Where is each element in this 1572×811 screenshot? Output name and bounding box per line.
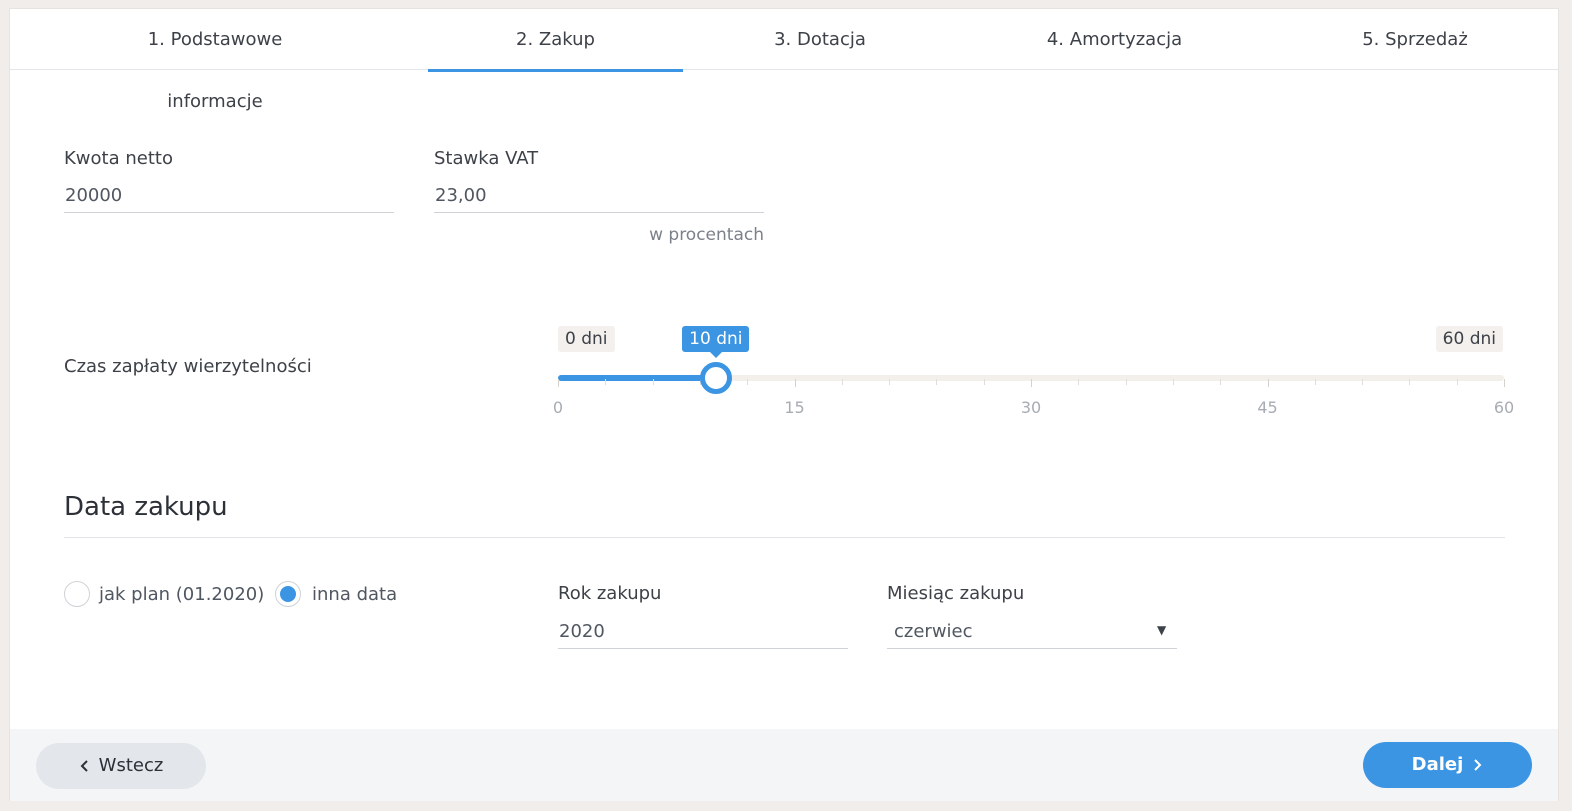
slider-value-badge: 10 dni <box>682 326 750 358</box>
radio-as-plan-label[interactable]: jak plan (01.2020) <box>99 584 264 605</box>
slider-tick <box>605 379 607 385</box>
slider-tick <box>1031 379 1032 387</box>
tab-depreciation[interactable]: 4. Amortyzacja <box>1037 9 1192 70</box>
slider-tick-label: 0 <box>552 398 564 417</box>
slider-tick <box>1220 379 1222 385</box>
radio-as-plan[interactable] <box>64 581 90 607</box>
slider-tick <box>1409 379 1411 385</box>
wizard-card: 1. Podstawowe informacje 2. Zakup 3. Dot… <box>9 8 1559 801</box>
tab-purchase[interactable]: 2. Zakup <box>428 9 683 72</box>
vat-rate-hint: w procentach <box>649 225 764 245</box>
slider-tick <box>1267 379 1269 387</box>
slider-tick <box>747 379 749 385</box>
slider-tick-label: 15 <box>784 398 805 417</box>
purchase-month-select[interactable]: czerwiec <box>887 615 1177 649</box>
slider-min-badge: 0 dni <box>558 326 615 352</box>
slider-max-badge: 60 dni <box>1435 326 1503 352</box>
payment-time-label: Czas zapłaty wierzytelności <box>64 356 312 377</box>
slider-fill <box>558 375 716 381</box>
slider-tick-label: 45 <box>1257 398 1278 417</box>
slider-tick <box>652 379 654 385</box>
section-divider <box>64 537 1505 538</box>
slider-tick <box>1314 379 1316 385</box>
net-amount-input[interactable] <box>64 179 394 213</box>
next-button[interactable]: Dalej <box>1363 742 1532 788</box>
slider-tick <box>1172 379 1174 385</box>
chevron-left-icon <box>80 760 88 772</box>
back-button-label: Wstecz <box>98 755 164 776</box>
slider-tick <box>1362 379 1364 385</box>
wizard-tabs: 1. Podstawowe informacje 2. Zakup 3. Dot… <box>10 9 1558 112</box>
slider-handle[interactable] <box>699 362 732 394</box>
wizard-footer: Wstecz Dalej <box>10 729 1558 801</box>
purchase-year-label: Rok zakupu <box>558 583 662 604</box>
next-button-label: Dalej <box>1411 754 1464 775</box>
tab-sale[interactable]: 5. Sprzedaż <box>1355 9 1475 70</box>
tab-basic-info[interactable]: 1. Podstawowe informacje <box>100 9 330 112</box>
slider-tick <box>558 379 559 387</box>
slider-tick <box>1125 379 1127 385</box>
purchase-year-input[interactable] <box>558 615 848 649</box>
slider-tick <box>794 379 796 387</box>
purchase-month-value: czerwiec <box>894 621 973 642</box>
purchase-date-heading: Data zakupu <box>64 492 228 522</box>
vat-rate-input[interactable] <box>434 179 764 213</box>
slider-tick <box>841 379 843 385</box>
chevron-right-icon <box>1474 759 1482 771</box>
slider-tick <box>936 379 938 385</box>
purchase-month-label: Miesiąc zakupu <box>887 583 1025 604</box>
slider-tick <box>1504 379 1505 387</box>
vat-rate-label: Stawka VAT <box>434 148 539 169</box>
net-amount-label: Kwota netto <box>64 148 173 169</box>
tab-subsidy[interactable]: 3. Dotacja <box>762 9 878 70</box>
slider-tick <box>983 379 985 385</box>
radio-other-date-label[interactable]: inna data <box>312 584 397 605</box>
back-button[interactable]: Wstecz <box>36 743 206 789</box>
chevron-down-icon: ▼ <box>1157 623 1167 637</box>
radio-other-date[interactable] <box>275 581 301 607</box>
slider-tick-label: 30 <box>1020 398 1042 417</box>
slider-tick <box>889 379 891 385</box>
slider-tick <box>1078 379 1080 385</box>
slider-tick <box>1456 379 1458 385</box>
slider-tick-label: 60 <box>1493 398 1515 417</box>
